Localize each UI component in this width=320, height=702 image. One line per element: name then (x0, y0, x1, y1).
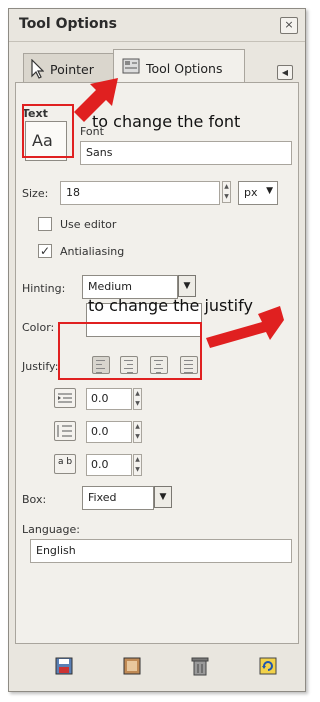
language-field[interactable]: English (30, 539, 292, 563)
box-dropdown-icon[interactable]: ▼ (154, 486, 172, 508)
letter-spacing-value: 0.0 (91, 458, 109, 471)
use-editor-checkbox[interactable] (38, 217, 52, 231)
size-field[interactable]: 18 (60, 181, 220, 205)
indent-spinner[interactable]: ▲ ▼ (133, 388, 142, 410)
box-label: Box: (22, 493, 47, 506)
letter-spacing-spinner[interactable]: ▲ ▼ (133, 454, 142, 476)
title-bar: Tool Options × (9, 9, 305, 42)
hinting-label: Hinting: (22, 282, 66, 295)
letter-spacing-icon-label: a b (58, 457, 73, 467)
pointer-arrow-icon (31, 59, 44, 79)
tab-menu-arrow-icon[interactable]: ◀ (277, 65, 293, 80)
justify-label: Justify: (22, 360, 59, 373)
line-spacing-field[interactable]: 0.0 (86, 421, 132, 443)
font-field[interactable]: Sans (80, 141, 292, 165)
language-value: English (36, 544, 76, 557)
line-spacing-value: 0.0 (91, 425, 109, 438)
font-annotation-text: to change the font (92, 112, 241, 131)
justify-highlight-box (58, 322, 202, 380)
language-label: Language: (22, 523, 80, 536)
box-value: Fixed (88, 491, 117, 504)
trash-icon[interactable] (191, 656, 209, 676)
reset-icon[interactable] (259, 657, 277, 675)
color-label: Color: (22, 321, 55, 334)
chevron-down-icon: ▼ (266, 186, 273, 196)
save-icon[interactable] (55, 657, 73, 675)
use-editor-label: Use editor (60, 218, 117, 231)
tab-tool-options-label: Tool Options (146, 61, 223, 76)
size-spinner[interactable]: ▲ ▼ (222, 181, 231, 203)
font-field-value: Sans (86, 146, 113, 159)
close-icon[interactable]: × (280, 17, 298, 34)
box-select[interactable]: Fixed (82, 486, 154, 510)
restore-icon[interactable] (123, 657, 141, 675)
antialiasing-checkbox[interactable]: ✓ (38, 244, 52, 258)
letter-spacing-field[interactable]: 0.0 (86, 454, 132, 476)
size-unit-select[interactable]: px ▼ (238, 181, 278, 205)
red-arrow-icon (206, 306, 284, 348)
antialiasing-label: Antialiasing (60, 245, 125, 258)
hinting-value: Medium (88, 280, 132, 293)
indent-icon (54, 388, 76, 408)
indent-value: 0.0 (91, 392, 109, 405)
size-label: Size: (22, 187, 49, 200)
size-unit-value: px (244, 186, 258, 199)
letter-spacing-icon: a b (54, 454, 76, 474)
window-title: Tool Options (19, 16, 117, 32)
line-spacing-icon (54, 421, 76, 441)
hinting-dropdown-icon[interactable]: ▼ (178, 275, 196, 297)
indent-field[interactable]: 0.0 (86, 388, 132, 410)
bottom-toolbar (15, 649, 299, 685)
size-value: 18 (66, 186, 80, 199)
line-spacing-spinner[interactable]: ▲ ▼ (133, 421, 142, 443)
